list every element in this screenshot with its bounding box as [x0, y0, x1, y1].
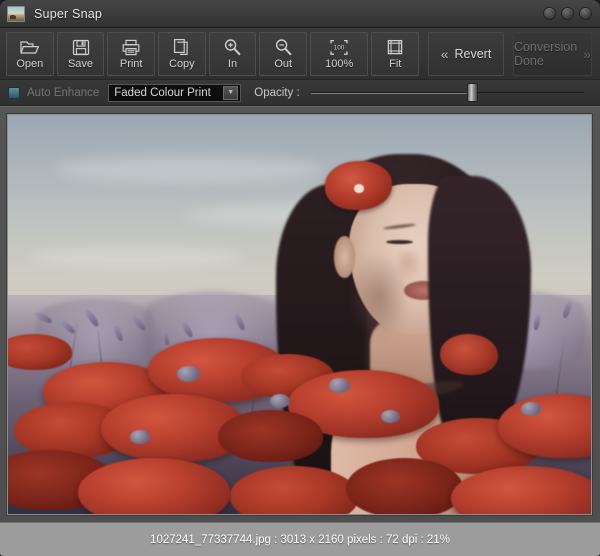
opacity-slider-handle[interactable]	[467, 83, 478, 102]
poppy	[78, 458, 230, 514]
fit-frame-icon	[385, 37, 405, 57]
poppy-on-shoulder	[440, 334, 498, 375]
zoom-100-button-label: 100%	[325, 59, 353, 70]
done-chevron-icon: »	[583, 46, 591, 62]
status-text: 1027241_77337744.jpg : 3013 x 2160 pixel…	[150, 534, 450, 546]
save-button[interactable]: Save	[57, 32, 105, 76]
actual-size-icon: 100	[328, 37, 350, 57]
zoom-100-button[interactable]: 100 100%	[310, 32, 368, 76]
options-bar: Auto Enhance Faded Colour Print ▼ Opacit…	[0, 80, 600, 106]
zoom-out-button-label: Out	[274, 59, 292, 70]
photo-preview[interactable]	[8, 115, 591, 514]
main-toolbar: Open Save Print Copy In	[0, 28, 600, 80]
window-title: Super Snap	[34, 7, 102, 21]
auto-enhance-label: Auto Enhance	[27, 87, 99, 99]
zoom-fit-button[interactable]: Fit	[371, 32, 419, 76]
copy-pages-icon	[173, 37, 190, 57]
revert-button-label: Revert	[454, 47, 491, 61]
print-button-label: Print	[120, 59, 143, 70]
zoom-in-button-label: In	[228, 59, 237, 70]
opacity-label: Opacity :	[254, 87, 299, 99]
revert-button[interactable]: « Revert	[428, 32, 504, 76]
open-button-label: Open	[16, 59, 43, 70]
svg-text:100: 100	[334, 44, 345, 51]
poppy-in-hair	[325, 161, 392, 210]
status-bar: 1027241_77337744.jpg : 3013 x 2160 pixel…	[0, 522, 600, 556]
conversion-done-button[interactable]: Conversion Done »	[513, 32, 592, 76]
image-canvas-area[interactable]	[0, 106, 600, 522]
poppy	[346, 458, 463, 514]
zoom-fit-button-label: Fit	[389, 59, 401, 70]
revert-chevron-icon: «	[441, 46, 449, 62]
photo-frame	[7, 114, 592, 515]
chevron-down-icon[interactable]: ▼	[223, 86, 238, 100]
close-button[interactable]	[579, 7, 592, 20]
folder-open-icon	[20, 37, 40, 57]
opacity-slider-track	[311, 92, 584, 94]
preset-dropdown-value: Faded Colour Print	[114, 87, 211, 99]
printer-icon	[121, 37, 141, 57]
floppy-disk-icon	[72, 37, 90, 57]
copy-button-label: Copy	[169, 59, 195, 70]
maximize-button[interactable]	[561, 7, 574, 20]
opacity-slider[interactable]	[307, 83, 588, 103]
photo-icon	[7, 6, 25, 22]
title-bar: Super Snap	[0, 0, 600, 28]
poppy	[218, 410, 323, 462]
open-button[interactable]: Open	[6, 32, 54, 76]
poppy	[8, 334, 72, 370]
preset-dropdown[interactable]: Faded Colour Print ▼	[108, 84, 241, 102]
window-controls	[543, 7, 592, 20]
zoom-in-button[interactable]: In	[209, 32, 257, 76]
copy-button[interactable]: Copy	[158, 32, 206, 76]
zoom-out-button[interactable]: Out	[259, 32, 307, 76]
conversion-done-label: Conversion Done	[514, 40, 577, 68]
ear	[334, 236, 355, 277]
save-button-label: Save	[68, 59, 93, 70]
magnifier-plus-icon	[223, 37, 242, 57]
auto-enhance-checkbox[interactable]	[8, 87, 20, 99]
magnifier-minus-icon	[274, 37, 293, 57]
print-button[interactable]: Print	[107, 32, 155, 76]
app-window: Super Snap Open Save Print	[0, 0, 600, 556]
minimize-button[interactable]	[543, 7, 556, 20]
